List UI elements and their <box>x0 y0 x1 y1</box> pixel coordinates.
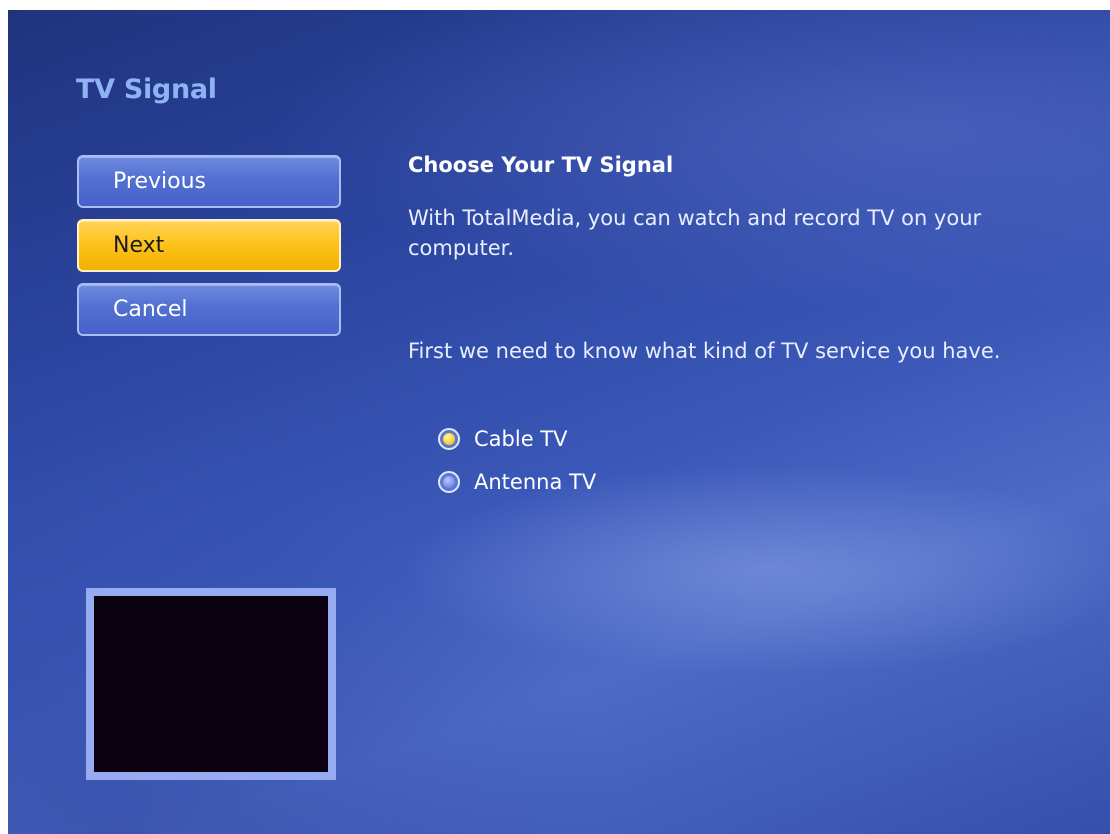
cable-tv-label: Cable TV <box>474 427 568 451</box>
page-title: TV Signal <box>76 74 217 105</box>
section-heading: Choose Your TV Signal <box>408 153 674 177</box>
radio-selected-icon[interactable] <box>438 428 460 450</box>
intro-text: With TotalMedia, you can watch and recor… <box>408 206 982 260</box>
tv-signal-screen: TV Signal Previous Next Cancel Choose Yo… <box>8 10 1110 834</box>
previous-button[interactable]: Previous <box>77 155 341 208</box>
question-text: First we need to know what kind of TV se… <box>408 339 1001 363</box>
next-button[interactable]: Next <box>77 219 341 272</box>
cable-tv-option[interactable]: Cable TV <box>438 424 568 454</box>
antenna-tv-label: Antenna TV <box>474 470 597 494</box>
antenna-tv-option[interactable]: Antenna TV <box>438 467 596 497</box>
tv-preview-window <box>86 588 336 780</box>
radio-unselected-icon[interactable] <box>438 471 460 493</box>
cancel-button[interactable]: Cancel <box>77 283 341 336</box>
